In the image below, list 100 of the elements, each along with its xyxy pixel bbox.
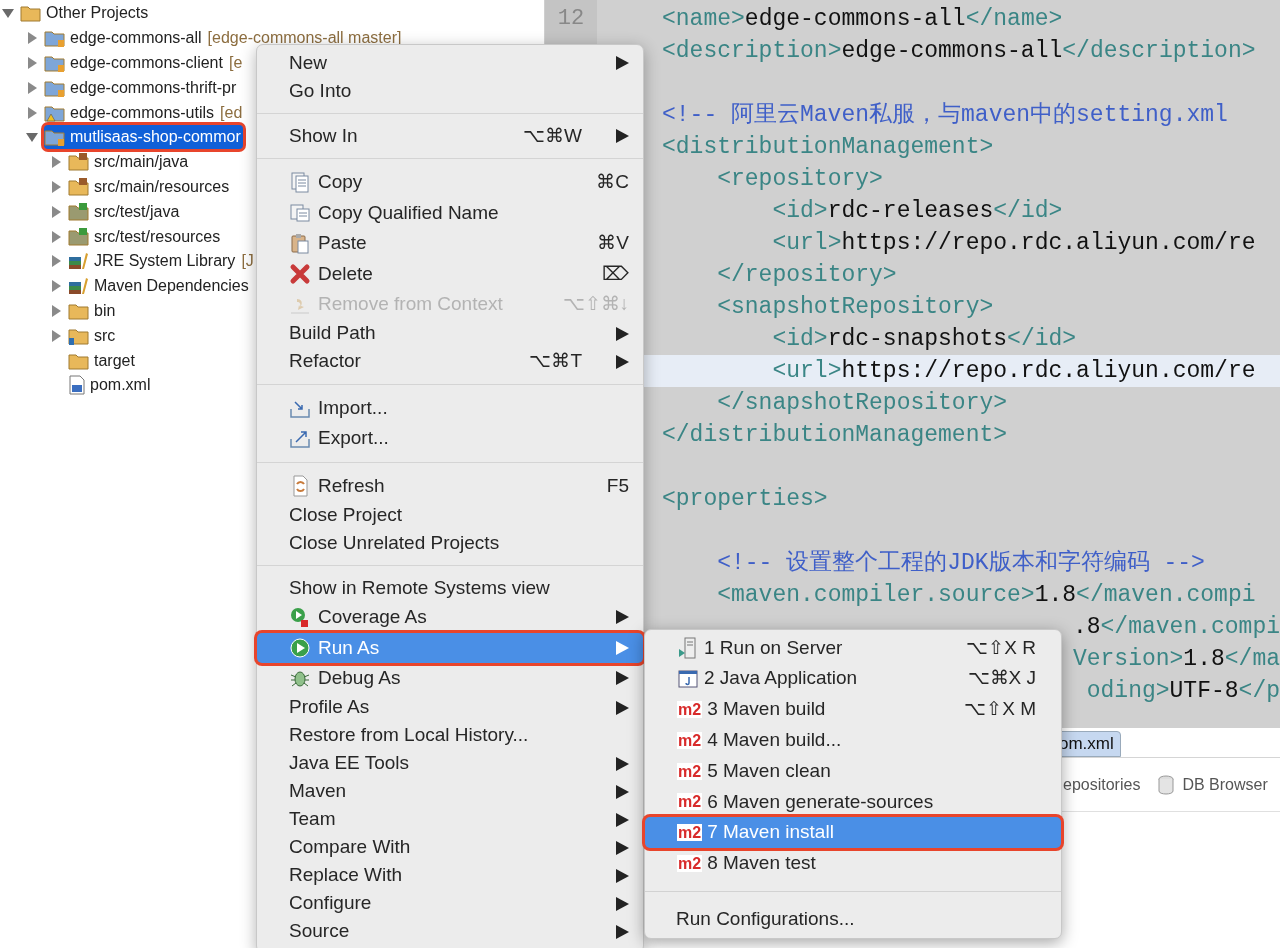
menu-item[interactable]: Coverage As	[257, 602, 643, 633]
menu-item[interactable]: Delete ⌦	[257, 258, 643, 289]
shortcut-label: ⌥⇧X R	[966, 635, 1036, 660]
line-number: 12	[556, 5, 586, 33]
submenu-item[interactable]: 1 Run on Server ⌥⇧X R	[645, 632, 1061, 664]
submenu-arrow-icon	[616, 868, 629, 883]
maven-badge: m2	[677, 762, 703, 780]
tree-item[interactable]: Maven Dependencies	[68, 274, 249, 299]
tree-item[interactable]: src/test/java	[68, 199, 180, 224]
submenu-arrow-icon	[616, 784, 629, 799]
menu-item[interactable]: Source	[257, 917, 643, 946]
submenu-arrow-icon	[616, 129, 629, 143]
collapsed-arrow-icon[interactable]	[51, 156, 61, 169]
submenu-arrow-icon	[616, 700, 629, 715]
menu-item[interactable]: Restore from Local History...	[257, 721, 643, 750]
collapsed-arrow-icon[interactable]	[51, 205, 61, 218]
expanded-arrow-icon[interactable]	[26, 132, 38, 142]
submenu-item[interactable]: Run Configurations...	[645, 903, 1061, 935]
maven-badge: m2	[677, 793, 703, 811]
tree-item[interactable]: bin	[68, 298, 116, 323]
tree-item[interactable]: src/main/resources	[68, 174, 230, 199]
collapsed-arrow-icon[interactable]	[51, 280, 61, 293]
menu-item[interactable]: Maven	[257, 777, 643, 806]
collapsed-arrow-icon[interactable]	[27, 32, 37, 45]
maven-badge: m2	[677, 824, 703, 842]
tree-item[interactable]: JRE System Library [J	[68, 249, 254, 274]
shortcut-label: ⌥⇧⌘↓	[562, 292, 629, 316]
submenu-item[interactable]: m2 3 Maven build ⌥⇧X M	[645, 694, 1061, 725]
repository-decoration: [e	[228, 53, 243, 73]
tree-item[interactable]: Other Projects	[20, 1, 149, 26]
submenu-item[interactable]: m2 5 Maven clean	[645, 755, 1061, 787]
collapsed-arrow-icon[interactable]	[27, 57, 37, 69]
code-line: </repository>	[716, 261, 897, 290]
menu-item[interactable]: Show In ⌥⌘W	[257, 122, 643, 150]
collapsed-arrow-icon[interactable]	[51, 230, 61, 243]
collapsed-arrow-icon[interactable]	[27, 106, 37, 119]
menu-item[interactable]: Build Path	[257, 319, 643, 348]
repository-decoration: [edge-commons-all master]	[207, 28, 402, 49]
books-icon	[68, 251, 90, 272]
submenu-item[interactable]: m2 7 Maven install	[645, 817, 1061, 849]
menu-item[interactable]: Close Unrelated Projects	[257, 529, 643, 557]
project-folder-icon	[44, 53, 66, 73]
menu-item[interactable]: Configure	[257, 889, 643, 918]
menu-item[interactable]: Paste ⌘V	[257, 228, 643, 259]
tree-item[interactable]: mutlisaas-shop-commor	[44, 125, 243, 150]
repository-decoration: [J	[241, 251, 254, 272]
run-icon	[289, 636, 311, 659]
tree-item[interactable]: edge-commons-utils [ed	[44, 100, 243, 125]
tree-item[interactable]: target	[68, 348, 135, 373]
test-folder-icon	[68, 226, 90, 247]
menu-item[interactable]: Compare With	[257, 833, 643, 862]
menu-item[interactable]: Refresh F5	[257, 470, 643, 501]
collapsed-arrow-icon[interactable]	[51, 329, 61, 342]
menu-item[interactable]: Profile As	[257, 693, 643, 722]
tree-item[interactable]: edge-commons-thrift-pr	[44, 75, 237, 100]
menu-item[interactable]: Copy Qualified Name	[257, 197, 643, 228]
menu-item[interactable]: Debug As	[257, 663, 643, 694]
project-folder-icon	[44, 28, 66, 49]
menu-item[interactable]: Show in Remote Systems view	[257, 574, 643, 602]
collapsed-arrow-icon[interactable]	[51, 180, 61, 193]
collapsed-arrow-icon[interactable]	[27, 81, 37, 94]
menu-item[interactable]: New	[257, 49, 643, 77]
view-tab[interactable]: DB Browser	[1158, 772, 1268, 797]
menu-item[interactable]: Refactor ⌥⌘T	[257, 347, 643, 376]
menu-item[interactable]: Import...	[257, 392, 643, 423]
collapsed-arrow-icon[interactable]	[51, 304, 61, 317]
menu-item[interactable]: Team	[257, 805, 643, 834]
submenu-item[interactable]: m2 8 Maven test	[645, 848, 1061, 879]
menu-item[interactable]: Go Into	[257, 77, 643, 105]
tree-item[interactable]: src	[68, 323, 116, 348]
tree-item[interactable]: pom.xml	[68, 373, 151, 398]
shortcut-label: ⌥⌘W	[523, 123, 582, 148]
menu-item[interactable]: Close Project	[257, 501, 643, 529]
tree-item[interactable]: src/main/java	[68, 150, 189, 175]
repository-decoration: [ed	[220, 102, 243, 123]
submenu-arrow-icon	[616, 610, 629, 625]
submenu-arrow-icon	[616, 354, 629, 369]
expanded-arrow-icon[interactable]	[2, 8, 14, 18]
tree-item[interactable]: src/test/resources	[68, 224, 221, 249]
code-line: <url>https://repo.rdc.aliyun.com/re	[771, 357, 1256, 386]
collapsed-arrow-icon[interactable]	[51, 255, 61, 268]
package-folder-icon	[68, 176, 90, 197]
submenu-arrow-icon	[616, 671, 629, 686]
submenu-arrow-icon	[616, 56, 629, 70]
shortcut-label: ⌥⌘T	[529, 349, 582, 374]
tree-item[interactable]: edge-commons-client [e	[44, 51, 243, 75]
clipboard-icon	[289, 232, 311, 255]
code-line: <id>rdc-releases</id>	[771, 197, 1063, 226]
menu-item[interactable]: Copy ⌘C	[257, 167, 643, 198]
submenu-item[interactable]: 2 Java Application ⌥⌘X J	[645, 663, 1061, 695]
server-icon	[677, 636, 699, 659]
submenu-arrow-icon	[616, 840, 629, 855]
menu-item[interactable]: Replace With	[257, 861, 643, 890]
menu-item[interactable]: Export...	[257, 423, 643, 454]
tree-item[interactable]: edge-commons-all [edge-commons-all master]	[44, 26, 402, 51]
menu-item[interactable]: Java EE Tools	[257, 749, 643, 778]
project-folder-icon	[44, 127, 66, 148]
delete-icon	[289, 262, 311, 285]
code-line: .8</maven.compi	[1072, 613, 1280, 642]
view-tab[interactable]: epositories	[1063, 772, 1141, 797]
